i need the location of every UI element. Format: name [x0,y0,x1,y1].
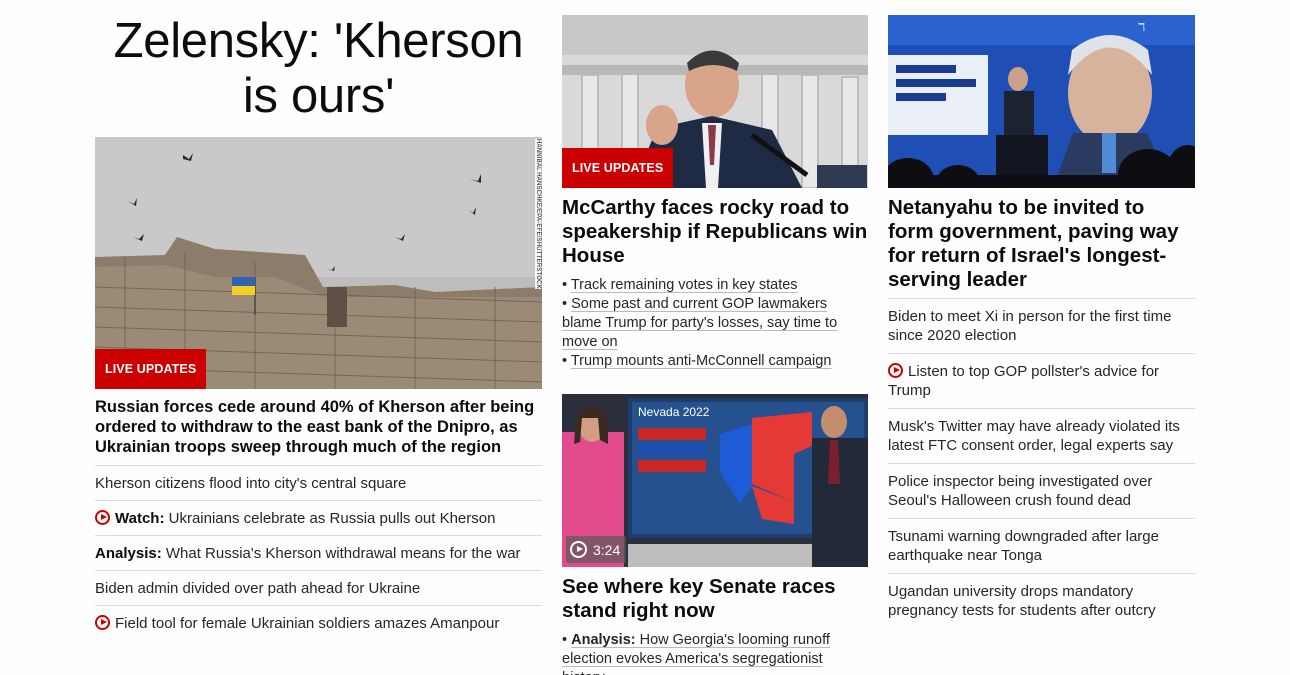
list-item[interactable]: Watch: Ukrainians celebrate as Russia pu… [95,501,542,536]
list-item[interactable]: Musk's Twitter may have already violated… [888,409,1195,464]
kherson-photo[interactable]: HANNIBAL HANSCHKE/EPA-EFE/SHUTTERSTOCK L… [95,137,542,389]
list-item[interactable]: Listen to top GOP pollster's advice for … [888,354,1195,409]
list-item[interactable]: Ugandan university drops mandatory pregn… [888,574,1195,628]
list-item[interactable]: Biden to meet Xi in person for the first… [888,299,1195,354]
middle-column: LIVE UPDATES McCarthy faces rocky road t… [562,0,868,675]
lead-summary-link[interactable]: Russian forces cede around 40% of Kherso… [95,389,542,466]
mccarthy-photo[interactable]: LIVE UPDATES [562,15,868,188]
list-item[interactable]: Tsunami warning downgraded after large e… [888,519,1195,574]
list-item[interactable]: • Trump mounts anti-McConnell campaign [562,352,868,371]
netanyahu-photo[interactable]: ℸ [888,15,1195,188]
list-item[interactable]: Police inspector being investigated over… [888,464,1195,519]
list-item[interactable]: • Analysis: How Georgia's looming runoff… [562,631,868,675]
play-icon [95,615,110,630]
list-item[interactable]: Analysis: What Russia's Kherson withdraw… [95,536,542,571]
play-icon [570,541,587,558]
right-column: ℸ Netanyahu to be invited to form govern… [888,0,1195,628]
senate-video-thumbnail[interactable]: Nevada 2022 3:24 [562,394,868,567]
svg-text:ℸ: ℸ [1138,21,1145,34]
senate-headline[interactable]: See where key Senate races stand right n… [562,567,868,623]
list-item[interactable]: • Some past and current GOP lawmakers bl… [562,295,868,352]
live-updates-badge: LIVE UPDATES [562,148,674,188]
play-icon [888,363,903,378]
list-item[interactable]: • Track remaining votes in key states [562,276,868,295]
lead-headline[interactable]: Zelensky: 'Kherson is ours' [95,14,542,124]
mccarthy-bullets: • Track remaining votes in key states • … [562,276,868,371]
related-links-list: Kherson citizens flood into city's centr… [95,466,542,640]
screen-title: Nevada 2022 [638,405,710,419]
photo-credit: HANNIBAL HANSCHKE/EPA-EFE/SHUTTERSTOCK [535,139,541,289]
list-item[interactable]: Kherson citizens flood into city's centr… [95,466,542,501]
video-duration-badge: 3:24 [566,536,627,563]
list-item[interactable]: Biden admin divided over path ahead for … [95,571,542,606]
senate-bullets: • Analysis: How Georgia's looming runoff… [562,631,868,675]
play-icon [95,510,110,525]
netanyahu-headline[interactable]: Netanyahu to be invited to form governme… [888,188,1195,299]
list-item[interactable]: Field tool for female Ukrainian soldiers… [95,606,542,640]
live-updates-badge: LIVE UPDATES [95,349,207,389]
lead-story-column: Zelensky: 'Kherson is ours' HANNIBAL HAN… [95,0,542,640]
right-links-list: Biden to meet Xi in person for the first… [888,299,1195,628]
mccarthy-headline[interactable]: McCarthy faces rocky road to speakership… [562,188,868,268]
